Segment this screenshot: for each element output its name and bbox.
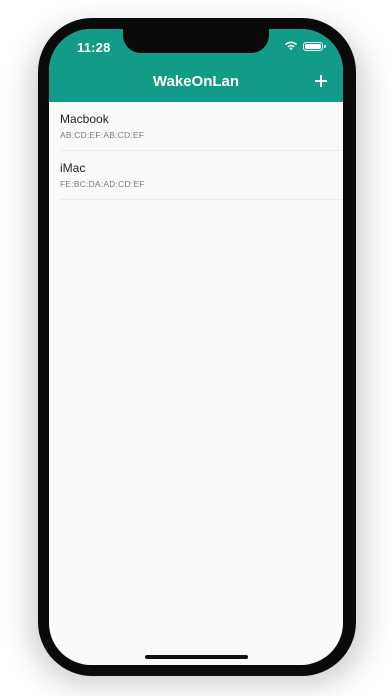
app-screen: 11:28 WakeOnLan Macbook AB:CD:EF:AB:CD:E…	[49, 29, 343, 665]
status-icons	[284, 41, 326, 51]
page-title: WakeOnLan	[152, 73, 240, 90]
device-notch	[123, 29, 269, 53]
device-mockup: 11:28 WakeOnLan Macbook AB:CD:EF:AB:CD:E…	[0, 0, 392, 696]
device-list: Macbook AB:CD:EF:AB:CD:EF iMac FE:BC:DA:…	[49, 102, 343, 200]
device-name: iMac	[60, 161, 86, 175]
list-item-macbook[interactable]: Macbook AB:CD:EF:AB:CD:EF	[49, 102, 343, 151]
plus-icon	[315, 75, 327, 87]
add-device-button[interactable]	[309, 69, 333, 93]
device-mac-address: FE:BC:DA:AD:CD:EF	[60, 179, 145, 189]
device-mac-address: AB:CD:EF:AB:CD:EF	[60, 130, 145, 140]
app-bar: 11:28 WakeOnLan	[49, 29, 343, 102]
list-item-imac[interactable]: iMac FE:BC:DA:AD:CD:EF	[49, 151, 343, 200]
wifi-icon	[285, 41, 297, 51]
status-time: 11:28	[77, 40, 111, 55]
battery-icon	[303, 41, 326, 51]
home-indicator[interactable]	[145, 655, 248, 659]
device-name: Macbook	[60, 112, 109, 126]
